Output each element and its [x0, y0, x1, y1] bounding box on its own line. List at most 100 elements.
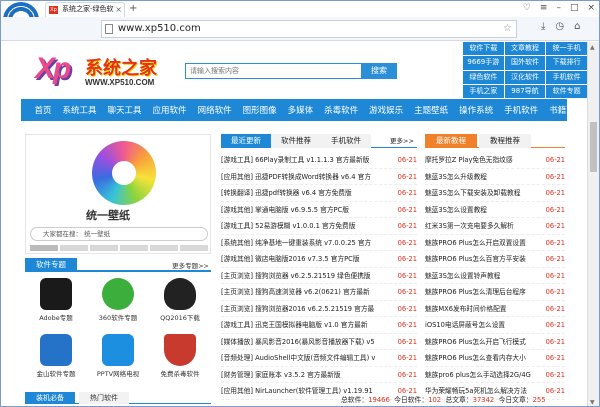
list-item[interactable]: [游戏工具] 66Play录制工具 v1.1.1.3 官方最新版 06-21 — [221, 152, 417, 169]
nav-item[interactable]: 游戏娱乐 — [364, 104, 409, 116]
item-title[interactable]: [游戏工具] 52易游模糊 v1.0.0.1 官方免费版 — [221, 218, 417, 234]
list-item[interactable]: 红米3S第一次充电要多久解析 06-21 — [425, 218, 565, 235]
quick-link[interactable]: 绿色软件 — [463, 70, 504, 84]
list-item[interactable]: 魅族PRO6 Plus怎么百官方平安装 06-21 — [425, 251, 565, 268]
new-tab-button[interactable]: + — [129, 4, 137, 14]
quick-link[interactable]: 软件专题 — [546, 84, 587, 98]
tab-recommended[interactable]: 软件推荐 — [271, 134, 321, 148]
list-item[interactable]: 魅族PRO6 Plus怎么清理后台程序 06-21 — [425, 284, 565, 301]
list-item[interactable]: [游戏工具] 52易游模糊 v1.0.0.1 官方免费版 06-21 — [221, 218, 417, 235]
list-item[interactable]: 魅族PRO6 Plus怎么开启双置设置 06-21 — [425, 234, 565, 251]
list-item[interactable]: [音频处理] AudioShell中文版(音频文件编辑工具) v 06-21 — [221, 350, 417, 367]
soft-section-title[interactable]: 软件专题 — [25, 258, 77, 272]
item-title[interactable]: [主页浏览] 搜狗浏览器2016 v6.2.5.21519 官方最 — [221, 301, 417, 317]
item-title[interactable]: [财务管理] 家庭账本 v3.5.2 官方最新版 — [221, 367, 417, 383]
banner-dot[interactable] — [60, 245, 88, 251]
list-item[interactable]: iOS10电话屏蔽号怎么设置 06-21 — [425, 317, 565, 334]
menu-icon[interactable]: ≡ — [540, 1, 548, 17]
nav-item[interactable]: 主题壁纸 — [409, 104, 454, 116]
topic-item[interactable]: Adobe专题 — [25, 276, 87, 328]
list-item[interactable]: [主页浏览] 搜狗高速浏览器 v6.2(0621) 官方最新 06-21 — [221, 284, 417, 301]
item-title[interactable]: [游戏其他] 掌通电脑版 v6.9.5.5 官方PC版 — [221, 202, 417, 218]
home-icon[interactable]: ⌂ — [574, 21, 580, 32]
tab-tutorial-recommend[interactable]: 教程推荐 — [479, 134, 531, 148]
item-title[interactable]: [系统其他] 纯净基地一键重装系统 v7.0.0.25 官方 — [221, 235, 417, 251]
scroll-thumb[interactable] — [590, 122, 597, 172]
tab-recent-updates[interactable]: 最近更新 — [221, 134, 271, 148]
list-item[interactable]: [应用其他] 迅捷PDF转换成Word转换器 v6.4 官方 06-21 — [221, 168, 417, 185]
item-title[interactable]: [媒体播放] 暴风影音2016(暴风影音播放器下载) v5 — [221, 334, 417, 350]
quick-link[interactable]: 文章教程 — [504, 42, 546, 56]
maximize-icon[interactable]: □ — [570, 1, 579, 17]
close-tab-icon[interactable]: × — [115, 3, 122, 16]
list-item[interactable]: [游戏其他] 掌通电脑版 v6.9.5.5 官方PC版 06-21 — [221, 201, 417, 218]
list-item[interactable]: 魅蓝3S怎么下载安装及卸载教程 06-21 — [425, 185, 565, 202]
quick-link[interactable]: 汉化软件 — [504, 70, 546, 84]
address-bar[interactable]: www.xp510.com ☆ — [101, 20, 517, 38]
quick-link[interactable]: 987导航 — [504, 84, 546, 98]
skin-icon[interactable]: ♡ — [523, 1, 531, 17]
item-title[interactable]: [转换翻译] 迅捷pdf转换器 v6.4 官方免费版 — [221, 185, 417, 201]
bookmark-star-icon[interactable]: ☆ — [503, 21, 512, 37]
list-item[interactable]: 摩托罗拉Z Play免色无指纹感 06-21 — [425, 152, 565, 169]
nav-item[interactable]: 手机软件 — [499, 104, 544, 116]
list-item[interactable]: 魅蓝3S怎么设置铃声教程 06-21 — [425, 267, 565, 284]
list-item[interactable]: [转换翻译] 迅捷pdf转换器 v6.4 官方免费版 06-21 — [221, 185, 417, 202]
nav-item[interactable]: 应用软件 — [147, 104, 192, 116]
nav-item[interactable]: 网络软件 — [192, 104, 237, 116]
topic-item[interactable]: 金山软件专题 — [25, 332, 87, 384]
tab-hot-software[interactable]: 热门软件 — [79, 392, 129, 404]
nav-item[interactable]: 多媒体 — [282, 104, 319, 116]
item-title[interactable]: [主页浏览] 搜狗高速浏览器 v6.2(0621) 官方最新 — [221, 284, 417, 300]
quick-link[interactable]: 下载排行 — [546, 56, 587, 70]
quick-link[interactable]: 手机之家 — [463, 84, 504, 98]
topic-item[interactable]: QQ2016下载 — [149, 276, 211, 328]
banner-dot[interactable] — [90, 245, 118, 251]
list-item[interactable]: 魅族MX6发布时间价格配置 06-21 — [425, 300, 565, 317]
item-title[interactable]: [音频处理] AudioShell中文版(音频文件编辑工具) v — [221, 350, 417, 366]
more-topics-link[interactable]: 更多专题>> — [172, 260, 209, 270]
tab-latest-tutorials[interactable]: 最新教程 — [425, 134, 477, 148]
banner[interactable]: 统一壁纸 大家都在搜： 统一壁纸 — [25, 134, 211, 254]
quick-link[interactable]: 手机软件 — [546, 70, 587, 84]
list-item[interactable]: [主页浏览] 搜狗浏览器 v6.2.5.21519 绿色便携版 06-21 — [221, 267, 417, 284]
nav-item[interactable]: 系统工具 — [57, 104, 102, 116]
search-input[interactable] — [186, 64, 366, 78]
nav-item[interactable]: 杀毒软件 — [319, 104, 364, 116]
topic-item[interactable]: PPTV网络电视 — [87, 332, 149, 384]
nav-item[interactable]: 聊天工具 — [102, 104, 147, 116]
quick-link[interactable]: 国外软件 — [504, 56, 546, 70]
more-link[interactable]: 更多>> — [387, 134, 417, 148]
list-item[interactable]: [媒体播放] 暴风影音2016(暴风影音播放器下载) v5 06-21 — [221, 333, 417, 350]
list-item[interactable]: [游戏工具] 迅克王国模拟器电脑版 v1.0 官方最新 06-21 — [221, 317, 417, 334]
item-title[interactable]: [游戏工具] 迅克王国模拟器电脑版 v1.0 官方最新 — [221, 317, 417, 333]
list-item[interactable]: [系统其他] 纯净基地一键重装系统 v7.0.0.25 官方 06-21 — [221, 234, 417, 251]
item-title[interactable]: [游戏工具] 66Play录制工具 v1.1.1.3 官方最新版 — [221, 152, 417, 168]
quick-link[interactable]: 9669手游 — [463, 56, 504, 70]
search-button[interactable]: 搜索 — [361, 63, 397, 79]
minimize-icon[interactable]: – — [556, 1, 561, 17]
banner-dot[interactable] — [180, 245, 208, 251]
quick-link[interactable]: 统一手机 — [546, 42, 587, 56]
topic-item[interactable]: 360软件专题 — [87, 276, 149, 328]
banner-dot[interactable] — [120, 245, 148, 251]
item-title[interactable]: [游戏其他] 微店电脑版2016 v7.3.5 官方PC版 — [221, 251, 417, 267]
nav-item[interactable]: 图形图像 — [237, 104, 282, 116]
nav-item[interactable]: 首页 — [29, 104, 57, 116]
list-item[interactable]: 魅蓝3S怎么设置教程 06-21 — [425, 201, 565, 218]
banner-search[interactable]: 大家都在搜： 统一壁纸 — [30, 227, 208, 241]
list-item[interactable]: 魅族PRO6 Plus怎么查看内存大小 06-21 — [425, 350, 565, 367]
list-item[interactable]: 魅蓝3S怎么升级教程 06-21 — [425, 168, 565, 185]
item-title[interactable]: [主页浏览] 搜狗浏览器 v6.2.5.21519 绿色便携版 — [221, 268, 417, 284]
download-icon[interactable]: ⤓ — [541, 21, 545, 32]
list-item[interactable]: 魅族PRO6 Plus怎么开启飞行模式 06-21 — [425, 333, 565, 350]
topic-item[interactable]: 免费杀毒软件 — [149, 332, 211, 384]
banner-dot[interactable] — [30, 245, 58, 251]
quick-link[interactable]: 软件下载 — [463, 42, 504, 56]
close-window-icon[interactable]: × — [587, 1, 595, 17]
banner-dot[interactable] — [150, 245, 178, 251]
list-item[interactable]: [游戏其他] 微店电脑版2016 v7.3.5 官方PC版 06-21 — [221, 251, 417, 268]
scroll-up-icon[interactable]: ▲ — [590, 44, 595, 51]
list-item[interactable]: [主页浏览] 搜狗浏览器2016 v6.2.5.21519 官方最 06-21 — [221, 300, 417, 317]
site-logo[interactable]: Xp 系统之家 WWW.XP510.COM — [35, 52, 175, 92]
